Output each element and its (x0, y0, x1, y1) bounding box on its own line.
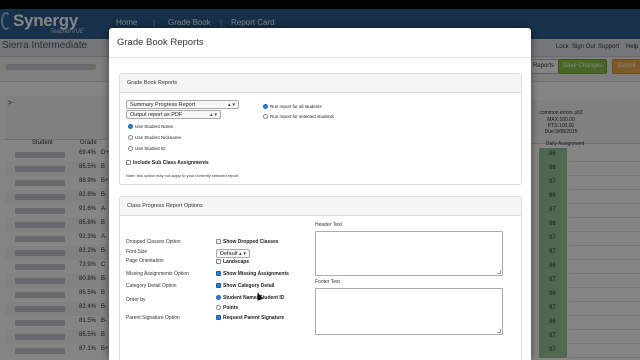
landscape-label: Landscape (223, 259, 250, 265)
parent-signature-label: Parent Signature Option (126, 315, 180, 321)
use-student-id-radio[interactable] (128, 146, 133, 151)
dialog-divider (109, 57, 531, 58)
run-selected-students-label: Run report for selected students (270, 114, 335, 119)
show-missing-assignments-checkbox[interactable] (216, 271, 221, 276)
header-text-input[interactable] (315, 231, 503, 276)
panel-title: Class Progress Report Options (127, 203, 203, 209)
order-by-name-radio[interactable] (216, 295, 221, 300)
header-text-label: Header Text (315, 222, 342, 228)
footer-text-label: Footer Text (315, 279, 340, 285)
font-size-select[interactable]: Default ▲▼ (216, 249, 250, 258)
show-dropped-classes-label: Show Dropped Classes (223, 239, 279, 245)
use-student-nickname-radio[interactable] (128, 135, 133, 140)
show-category-detail-checkbox[interactable] (216, 283, 221, 288)
use-student-nickname-label: Use Student Nickname (135, 135, 182, 140)
request-parent-signature-checkbox[interactable] (216, 315, 221, 320)
include-sub-class-checkbox[interactable] (126, 160, 131, 165)
report-type-select[interactable]: Summary Progress Report ▲▼ (126, 100, 239, 109)
panel-header: Class Progress Report Options (120, 197, 521, 216)
screen: Synergy TeacherVUE Home | Grade Book | R… (0, 0, 640, 360)
use-student-name-label: Use Student Name (135, 124, 174, 129)
order-by-points-radio[interactable] (216, 305, 221, 310)
font-size-label: Font Size (126, 249, 148, 255)
include-sub-class-label: Include Sub Class Assignments (133, 160, 209, 166)
grade-book-reports-dialog: Grade Book Reports Grade Book Reports Su… (109, 28, 531, 360)
dropped-classes-label: Dropped Classes Option (126, 239, 181, 245)
chevron-down-icon: ▲▼ (209, 112, 218, 117)
run-selected-students-radio[interactable] (263, 114, 268, 119)
missing-assignments-label: Missing Assignments Option (126, 271, 189, 277)
font-size-value: Default (220, 251, 238, 257)
panel-header: Grade Book Reports (120, 74, 521, 93)
landscape-checkbox[interactable] (216, 259, 221, 264)
request-parent-signature-label: Request Parent Signature (223, 315, 285, 321)
dialog-title: Grade Book Reports (117, 37, 204, 48)
show-dropped-classes-checkbox[interactable] (216, 239, 221, 244)
show-category-detail-label: Show Category Detail (223, 283, 275, 289)
use-student-id-label: Use Student ID (135, 146, 166, 151)
output-format-select[interactable]: Output report as PDF ▲▼ (126, 110, 221, 119)
chevron-down-icon: ▲▼ (238, 251, 247, 256)
order-by-name-label: Student Name/ Student ID (223, 295, 285, 301)
report-type-value: Summary Progress Report (130, 102, 196, 108)
order-by-label: Order by (126, 297, 146, 303)
output-format-value: Output report as PDF (130, 112, 183, 118)
run-all-students-label: Run report for all students (270, 104, 322, 109)
page-orientation-label: Page Orientation (126, 258, 164, 264)
resize-grip-icon[interactable] (497, 329, 501, 333)
order-by-points-label: Points (223, 305, 239, 311)
class-progress-options-panel: Class Progress Report Options Dropped Cl… (119, 196, 522, 360)
report-settings-panel: Grade Book Reports Summary Progress Repo… (119, 73, 522, 185)
use-student-name-radio[interactable] (128, 124, 133, 129)
resize-grip-icon[interactable] (497, 270, 501, 274)
sub-class-note: Note: this option may not apply to your … (126, 173, 240, 178)
panel-title: Grade Book Reports (127, 80, 178, 86)
show-missing-assignments-label: Show Missing Assignments (223, 271, 289, 277)
footer-text-input[interactable] (315, 288, 503, 335)
run-all-students-radio[interactable] (263, 104, 268, 109)
chevron-down-icon: ▲▼ (227, 102, 236, 107)
category-detail-label: Category Detail Option (126, 283, 177, 289)
